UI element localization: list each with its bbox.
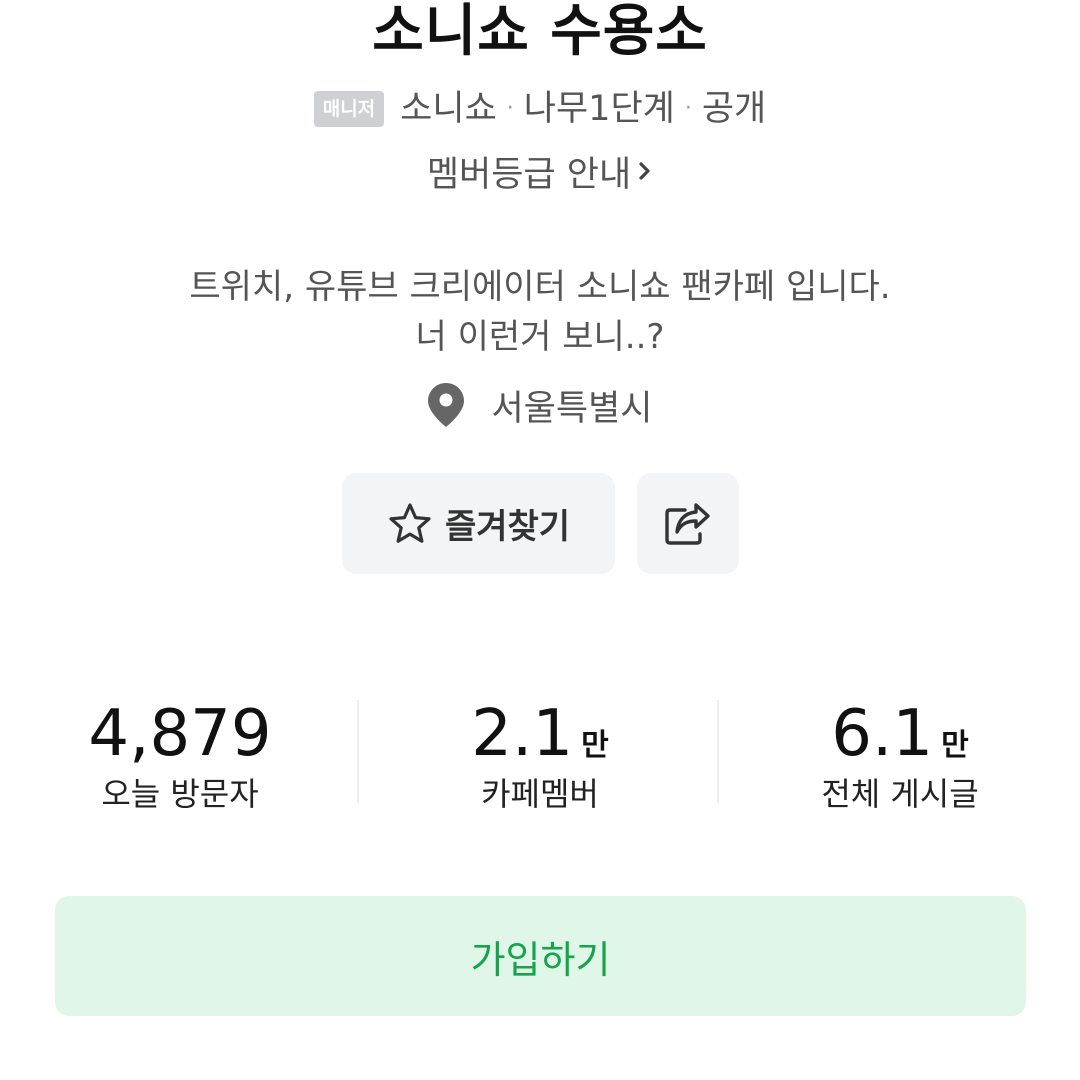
join-button[interactable]: 가입하기 [55,896,1026,1016]
cafe-location: 서울특별시 [0,378,1080,432]
share-button[interactable] [637,473,739,574]
cafe-title: 소니쇼 수용소 [372,0,708,64]
stat-label: 카페멤버 [481,775,599,813]
member-grade-label: 멤버등급 안내 [426,154,632,195]
description-line: 트위치, 유튜브 크리에이터 소니쇼 팬카페 입니다. [189,267,891,307]
location-text: 서울특별시 [491,388,653,429]
manager-badge: 매니저 [313,91,385,127]
description-line: 너 이런거 보니..? [415,317,665,357]
join-label: 가입하기 [470,937,611,982]
cafe-stats: 4,879 오늘 방문자 2.1 만 카페멤버 6.1 만 전체 게시글 [0,690,1080,820]
cafe-visibility: 공개 [701,89,767,129]
stat-value: 2.1 [471,697,574,771]
star-icon [389,502,431,543]
member-grade-link[interactable]: 멤버등급 안내 [0,146,1080,196]
location-pin-icon [428,383,465,427]
stat-label: 오늘 방문자 [101,775,259,813]
cafe-owner[interactable]: 소니쇼 [400,86,497,132]
cafe-level: 나무1단계 [523,89,675,129]
stat-value: 4,879 [88,697,272,771]
favorite-button[interactable]: 즐겨찾기 [342,473,615,574]
share-icon [665,502,710,545]
stat-divider [357,700,359,803]
separator-dot: · [506,96,514,121]
stat-posts: 6.1 만 전체 게시글 [720,690,1080,814]
favorite-label: 즐겨찾기 [444,507,571,547]
chevron-right-icon [639,162,650,180]
stat-unit: 만 [581,728,609,763]
stat-label: 전체 게시글 [821,775,979,813]
separator-dot: · [684,96,692,121]
stat-value: 6.1 [831,697,934,771]
stat-members: 2.1 만 카페멤버 [360,690,720,814]
stat-visitors-today: 4,879 오늘 방문자 [0,690,360,814]
cafe-description: 트위치, 유튜브 크리에이터 소니쇼 팬카페 입니다. 너 이런거 보니..? [0,262,1080,362]
cafe-meta: 매니저 소니쇼 · 나무1단계 · 공개 [0,86,1080,132]
stat-unit: 만 [941,728,969,763]
stat-divider [717,700,719,803]
